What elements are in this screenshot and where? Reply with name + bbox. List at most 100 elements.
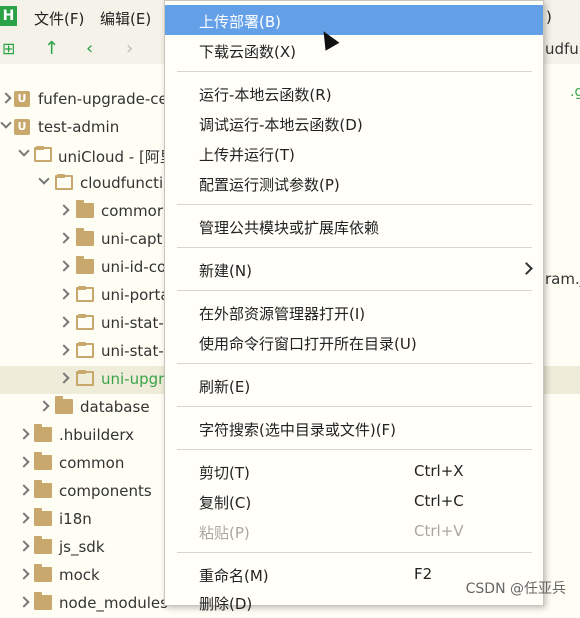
- context-menu: 上传部署(B) 下载云函数(X) 运行-本地云函数(R) 调试运行-本地云函数(…: [164, 0, 544, 613]
- chevron-right-icon[interactable]: [58, 204, 70, 216]
- chevron-right-icon[interactable]: [18, 512, 30, 524]
- menu-item-refresh[interactable]: 刷新(E): [165, 370, 543, 400]
- tree-label: uniCloud - [阿里: [58, 148, 175, 166]
- folder-icon: [55, 396, 73, 414]
- folder-icon: [34, 592, 52, 610]
- chevron-down-icon[interactable]: [18, 145, 30, 157]
- menu-item-label: 上传并运行(T): [199, 146, 295, 164]
- menu-item-label: 复制(C): [199, 494, 252, 512]
- menu-separator: [177, 406, 532, 407]
- menu-item-copy[interactable]: 复制(C) Ctrl+C: [165, 486, 543, 516]
- chevron-right-icon[interactable]: [18, 456, 30, 468]
- folder-icon: [34, 536, 52, 554]
- menu-file[interactable]: 文件(F): [34, 8, 84, 29]
- chevron-right-icon[interactable]: [38, 400, 50, 412]
- chevron-right-icon[interactable]: [58, 372, 70, 384]
- shortcut-label: Ctrl+X: [414, 462, 464, 480]
- menu-item-open-explorer[interactable]: 在外部资源管理器打开(I): [165, 297, 543, 327]
- menu-item-label: 管理公共模块或扩展库依赖: [199, 219, 380, 237]
- menu-item-upload-run[interactable]: 上传并运行(T): [165, 138, 543, 168]
- menu-separator: [177, 552, 532, 553]
- chevron-right-icon[interactable]: [18, 428, 30, 440]
- menu-item-label: 使用命令行窗口打开所在目录(U): [199, 335, 417, 353]
- chevron-right-icon[interactable]: [18, 540, 30, 552]
- folder-icon: [34, 424, 52, 442]
- tree-label: mock: [59, 566, 100, 584]
- menu-separator: [177, 290, 532, 291]
- chevron-right-icon[interactable]: [18, 568, 30, 580]
- menu-item-label: 字符搜索(选中目录或文件)(F): [199, 421, 397, 439]
- menu-item-debug-local[interactable]: 调试运行-本地云函数(D): [165, 108, 543, 138]
- menu-item-label: 新建(N): [199, 262, 252, 280]
- chevron-right-icon[interactable]: [58, 232, 70, 244]
- menu-item-label: 在外部资源管理器打开(I): [199, 305, 366, 323]
- shortcut-label: F2: [414, 565, 433, 583]
- tree-label: cloudfuncti: [80, 174, 164, 192]
- tree-label: test-admin: [38, 118, 120, 136]
- editor-tab-partial[interactable]: udfu: [545, 40, 579, 58]
- project-icon: U: [14, 119, 30, 135]
- tree-label: uni-id-co: [101, 258, 167, 276]
- menu-item-run-local[interactable]: 运行-本地云函数(R): [165, 78, 543, 108]
- project-icon: U: [14, 91, 30, 107]
- folder-icon: [34, 564, 52, 582]
- chevron-down-icon[interactable]: [38, 173, 50, 185]
- tree-label: .hbuilderx: [59, 426, 135, 444]
- cloud-function-folder-icon: [76, 228, 94, 246]
- menu-item-label: 粘贴(P): [199, 524, 250, 542]
- tree-label: uni-stat-: [101, 342, 164, 360]
- chevron-right-icon[interactable]: [58, 344, 70, 356]
- menu-separator: [177, 204, 532, 205]
- folder-open-icon: [76, 314, 94, 330]
- folder-open-icon: [76, 286, 94, 302]
- tree-label: uni-upgr: [101, 370, 165, 388]
- tree-label: js_sdk: [59, 538, 105, 556]
- tree-label: uni-capt: [101, 230, 163, 248]
- menu-item-new[interactable]: 新建(N): [165, 254, 543, 284]
- chevron-right-icon[interactable]: [58, 288, 70, 300]
- chevron-right-icon[interactable]: [58, 260, 70, 272]
- hbuilder-logo: H: [0, 6, 17, 26]
- menu-item-label: 上传部署(B): [199, 13, 281, 31]
- new-file-icon[interactable]: ⊞: [2, 39, 15, 58]
- folder-open-icon: [34, 146, 52, 162]
- menu-separator: [177, 449, 532, 450]
- folder-open-icon: [76, 342, 94, 358]
- menu-item-download-cloud-function[interactable]: 下载云函数(X): [165, 35, 543, 65]
- chevron-right-icon[interactable]: [18, 484, 30, 496]
- folder-icon: [34, 480, 52, 498]
- folder-open-icon: [55, 174, 73, 190]
- shortcut-label: Ctrl+C: [414, 492, 464, 510]
- tree-label: components: [59, 482, 152, 500]
- tree-label: common: [59, 454, 125, 472]
- menu-item-label: 删除(D): [199, 595, 253, 613]
- menu-separator: [177, 363, 532, 364]
- editor-text-fragment: ram.j: [545, 270, 580, 288]
- editor-text-fragment: .g: [570, 84, 580, 100]
- folder-open-icon: [76, 370, 94, 386]
- menu-item-label: 调试运行-本地云函数(D): [199, 116, 363, 134]
- menu-item-open-terminal[interactable]: 使用命令行窗口打开所在目录(U): [165, 327, 543, 357]
- folder-icon: [76, 200, 94, 218]
- menu-edit[interactable]: 编辑(E): [100, 8, 151, 29]
- back-arrow-icon[interactable]: ‹: [86, 38, 93, 59]
- menu-partial[interactable]: ): [546, 8, 552, 26]
- menu-item-label: 下载云函数(X): [199, 43, 296, 61]
- menu-item-upload-deploy[interactable]: 上传部署(B): [165, 5, 543, 35]
- menu-separator: [177, 247, 532, 248]
- forward-arrow-icon[interactable]: ›: [126, 38, 133, 59]
- menu-item-text-search[interactable]: 字符搜索(选中目录或文件)(F): [165, 413, 543, 443]
- menu-item-label: 刷新(E): [199, 378, 251, 396]
- menu-item-cut[interactable]: 剪切(T) Ctrl+X: [165, 456, 543, 486]
- menu-item-config-test-params[interactable]: 配置运行测试参数(P): [165, 168, 543, 198]
- shortcut-label: Ctrl+V: [414, 522, 464, 540]
- folder-icon: [34, 452, 52, 470]
- menu-item-paste[interactable]: 粘贴(P) Ctrl+V: [165, 516, 543, 546]
- up-arrow-icon[interactable]: ↑: [44, 38, 59, 59]
- menu-item-manage-dependencies[interactable]: 管理公共模块或扩展库依赖: [165, 211, 543, 241]
- submenu-arrow-icon: [520, 262, 533, 275]
- chevron-down-icon[interactable]: [0, 117, 12, 129]
- tree-label: node_modules: [59, 594, 168, 612]
- chevron-right-icon[interactable]: [0, 92, 12, 104]
- chevron-right-icon[interactable]: [58, 316, 70, 328]
